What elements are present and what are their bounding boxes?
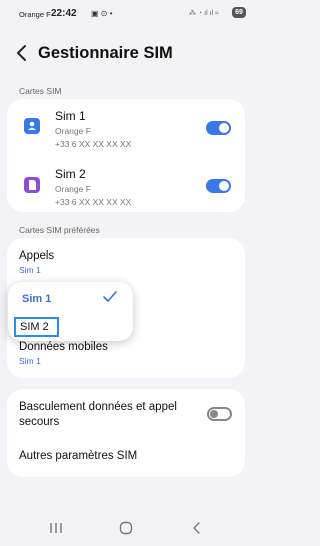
backup-toggle[interactable] [207,407,232,421]
sim-1-icon [24,118,40,134]
clock: 22:42 [51,8,77,19]
home-button[interactable] [116,520,136,536]
sim-2-icon [24,177,40,193]
calls-value: Sim 1 [19,265,41,275]
calls-title: Appels [19,250,55,262]
sim-2-name: Sim 2 [55,167,86,181]
back-arrow-icon [17,45,26,61]
carrier-label: Orange F [19,10,51,19]
page-title: Gestionnaire SIM [38,44,173,62]
mobile-data-value: Sim 1 [19,356,41,366]
status-bar: Orange F 22:42 ▣ ⊙ • ⁂ ◔ ıl ıl ≈ 69 [0,0,252,26]
checkmark-icon [102,290,118,304]
sim-2-toggle[interactable] [206,179,231,193]
sim-1-number: +33 6 XX XX XX XX [55,139,132,149]
navigation-bar [0,512,252,546]
sim-1-toggle[interactable] [206,121,231,135]
calls-row[interactable]: Appels Sim 1 [7,238,245,283]
signal-icons: ⁂ ◔ ıl ıl ≈ [189,10,219,17]
notification-icons: ▣ ⊙ • [91,9,113,18]
backup-row[interactable]: Basculement données et appel secours [7,389,245,437]
sim-2-row[interactable]: Sim 2 Orange F +33 6 XX XX XX XX [7,155,245,211]
popup-option-sim-1[interactable]: Sim 1 [22,293,51,305]
back-nav-icon [193,522,200,534]
sim-1-row[interactable]: Sim 1 Orange F +33 6 XX XX XX XX [7,99,245,155]
recent-apps-icon [50,523,62,533]
backup-title-line2: secours [19,416,60,428]
section-label-sim-cards: Cartes SIM [19,86,62,96]
other-settings-title: Autres paramètres SIM [19,450,138,462]
mobile-data-title: Données mobiles [19,341,108,353]
other-settings-row[interactable]: Autres paramètres SIM [7,439,245,475]
sim-cards-card: Sim 1 Orange F +33 6 XX XX XX XX Sim 2 O… [7,99,245,212]
sim-1-name: Sim 1 [55,109,86,123]
sim-2-operator: Orange F [55,184,91,194]
recent-apps-button[interactable] [46,520,66,536]
sim-2-number: +33 6 XX XX XX XX [55,197,132,207]
back-button[interactable] [12,42,32,64]
section-label-preferred: Cartes SIM préférées [19,225,100,235]
battery-icon: 69 [232,7,246,18]
sim-1-operator: Orange F [55,126,91,136]
home-icon [119,521,133,535]
back-nav-button[interactable] [188,520,206,536]
popup-option-sim-2[interactable]: SIM 2 [20,321,49,333]
backup-card: Basculement données et appel secours Aut… [7,389,245,477]
backup-title-line1: Basculement données et appel [19,401,177,413]
